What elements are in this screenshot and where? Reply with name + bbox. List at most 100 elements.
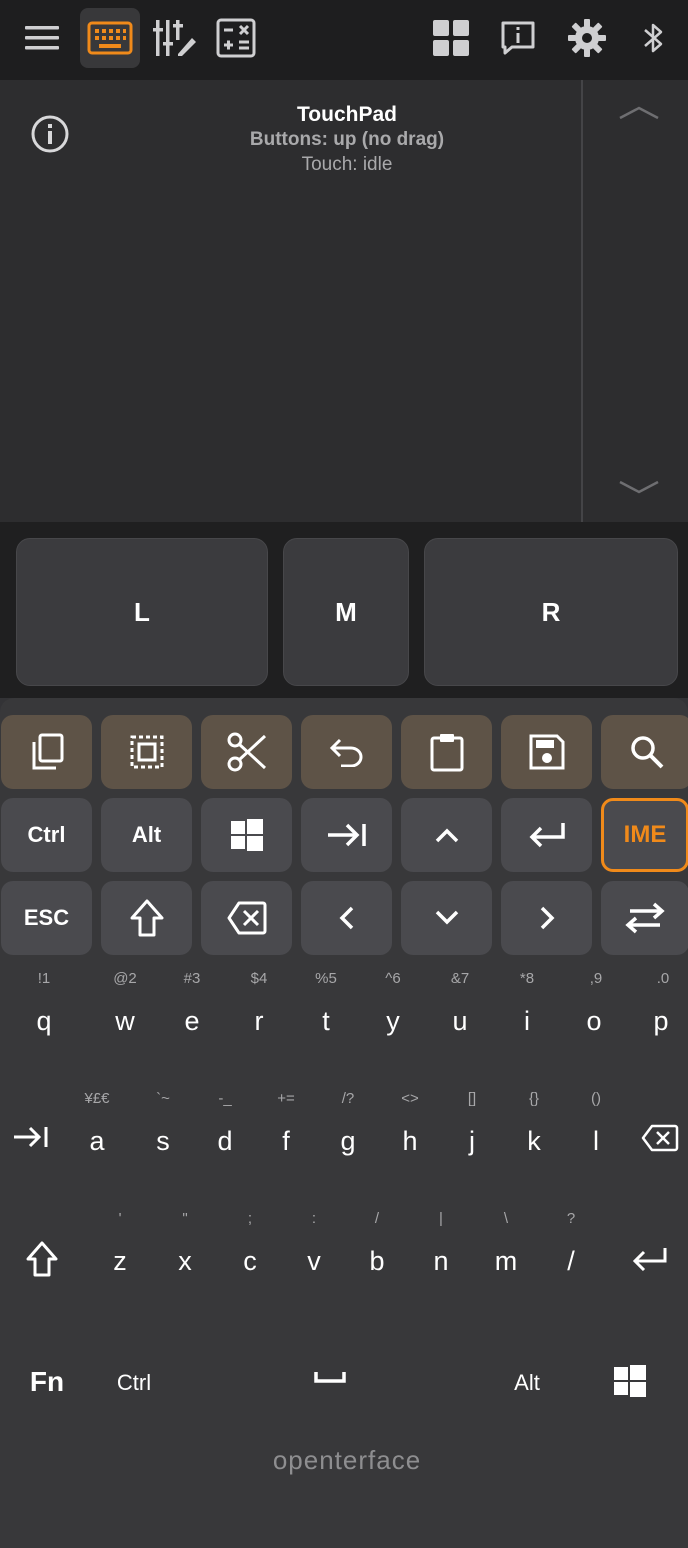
key-a[interactable]: a <box>67 1126 127 1157</box>
key-g[interactable]: g <box>318 1126 378 1157</box>
key-h[interactable]: h <box>380 1126 440 1157</box>
tab-icon <box>327 823 366 847</box>
key-hint: ,9 <box>589 970 603 987</box>
alt-key[interactable]: Alt <box>101 798 192 872</box>
shift-key-alpha[interactable] <box>12 1241 72 1284</box>
windows-icon <box>230 819 263 851</box>
key-e[interactable]: e <box>162 1006 222 1037</box>
key-hint: @2 <box>113 970 137 987</box>
key-b[interactable]: b <box>347 1246 407 1277</box>
bluetooth-icon[interactable] <box>624 8 684 68</box>
key-hint: ' <box>118 1210 122 1227</box>
brand-logo: openterface <box>272 1445 422 1475</box>
key-hint: ¥£€ <box>84 1090 110 1107</box>
touchpad-title: TouchPad <box>297 103 397 126</box>
switch-key[interactable] <box>601 881 688 955</box>
key-i[interactable]: i <box>497 1006 557 1037</box>
info-bubble-icon[interactable] <box>488 8 548 68</box>
arrow-left-key[interactable] <box>301 881 392 955</box>
arrow-down-key[interactable] <box>401 881 492 955</box>
settings-gear-icon[interactable] <box>557 8 617 68</box>
fn-key[interactable]: Fn <box>17 1366 77 1398</box>
alt-key-bottom[interactable]: Alt <box>497 1370 557 1396</box>
key-v[interactable]: v <box>284 1246 344 1277</box>
key-s[interactable]: s <box>133 1126 193 1157</box>
arrow-up-icon <box>435 828 458 843</box>
key-l[interactable]: l <box>566 1126 626 1157</box>
key-p[interactable]: p <box>631 1006 688 1037</box>
keyboard-icon[interactable] <box>80 8 140 68</box>
scroll-up-icon[interactable] <box>618 102 660 122</box>
cut-icon <box>227 732 266 772</box>
undo-button[interactable] <box>301 715 392 789</box>
key-n[interactable]: n <box>411 1246 471 1277</box>
backspace-key[interactable] <box>630 1124 688 1159</box>
tab-icon <box>14 1126 48 1148</box>
scroll-down-icon[interactable] <box>618 478 660 498</box>
backspace-icon <box>641 1124 679 1152</box>
delete-key[interactable] <box>201 881 292 955</box>
select-all-button[interactable] <box>101 715 192 789</box>
windows-key-bottom[interactable] <box>600 1365 660 1402</box>
key-hint: | <box>439 1210 443 1227</box>
calculator-icon[interactable] <box>206 8 266 68</box>
copy-icon <box>32 733 63 770</box>
search-button[interactable] <box>601 715 688 789</box>
key-t[interactable]: t <box>296 1006 356 1037</box>
enter-key-alpha[interactable] <box>620 1246 680 1281</box>
key-hint: / <box>374 1210 380 1227</box>
undo-icon <box>329 738 362 767</box>
key-k[interactable]: k <box>504 1126 564 1157</box>
switch-icon <box>625 902 665 934</box>
key-j[interactable]: j <box>442 1126 502 1157</box>
key-hint: ? <box>566 1210 576 1227</box>
key-x[interactable]: x <box>155 1246 215 1277</box>
search-icon <box>630 736 663 769</box>
key-hint: [] <box>467 1090 477 1107</box>
key-hint: += <box>277 1090 295 1107</box>
key-w[interactable]: w <box>95 1006 155 1037</box>
paste-button[interactable] <box>401 715 492 789</box>
sliders-edit-icon[interactable] <box>145 8 205 68</box>
left-mouse-button[interactable]: L <box>16 538 268 686</box>
key-slash[interactable]: / <box>541 1246 601 1277</box>
buttons-status: Buttons: up (no drag) <box>249 129 445 150</box>
shift-key[interactable] <box>101 881 192 955</box>
key-hint: () <box>591 1090 601 1107</box>
key-d[interactable]: d <box>195 1126 255 1157</box>
cut-button[interactable] <box>201 715 292 789</box>
key-hint: $4 <box>250 970 268 987</box>
windows-key[interactable] <box>201 798 292 872</box>
key-m[interactable]: m <box>476 1246 536 1277</box>
esc-key[interactable]: ESC <box>1 881 92 955</box>
key-c[interactable]: c <box>220 1246 280 1277</box>
arrow-left-icon <box>339 906 353 930</box>
key-z[interactable]: z <box>90 1246 150 1277</box>
key-hint: <> <box>401 1090 419 1107</box>
layout-grid-icon[interactable] <box>421 8 481 68</box>
ime-key[interactable]: IME <box>601 798 688 872</box>
key-u[interactable]: u <box>430 1006 490 1037</box>
key-y[interactable]: y <box>363 1006 423 1037</box>
key-q[interactable]: q <box>14 1006 74 1037</box>
menu-icon[interactable] <box>12 8 72 68</box>
key-o[interactable]: o <box>564 1006 624 1037</box>
key-f[interactable]: f <box>256 1126 316 1157</box>
arrow-right-key[interactable] <box>501 881 592 955</box>
space-icon <box>314 1372 346 1383</box>
save-button[interactable] <box>501 715 592 789</box>
key-hint: #3 <box>183 970 201 987</box>
right-mouse-button[interactable]: R <box>424 538 678 686</box>
select-all-icon <box>130 735 163 769</box>
space-key[interactable] <box>290 1366 370 1396</box>
ctrl-key[interactable]: Ctrl <box>1 798 92 872</box>
enter-key[interactable] <box>501 798 592 872</box>
key-hint: .0 <box>656 970 670 987</box>
ctrl-key-bottom[interactable]: Ctrl <box>104 1370 164 1396</box>
copy-button[interactable] <box>1 715 92 789</box>
tab-key[interactable] <box>301 798 392 872</box>
tab-key-alpha[interactable] <box>1 1124 61 1157</box>
middle-mouse-button[interactable]: M <box>283 538 409 686</box>
arrow-up-key[interactable] <box>401 798 492 872</box>
key-r[interactable]: r <box>229 1006 289 1037</box>
